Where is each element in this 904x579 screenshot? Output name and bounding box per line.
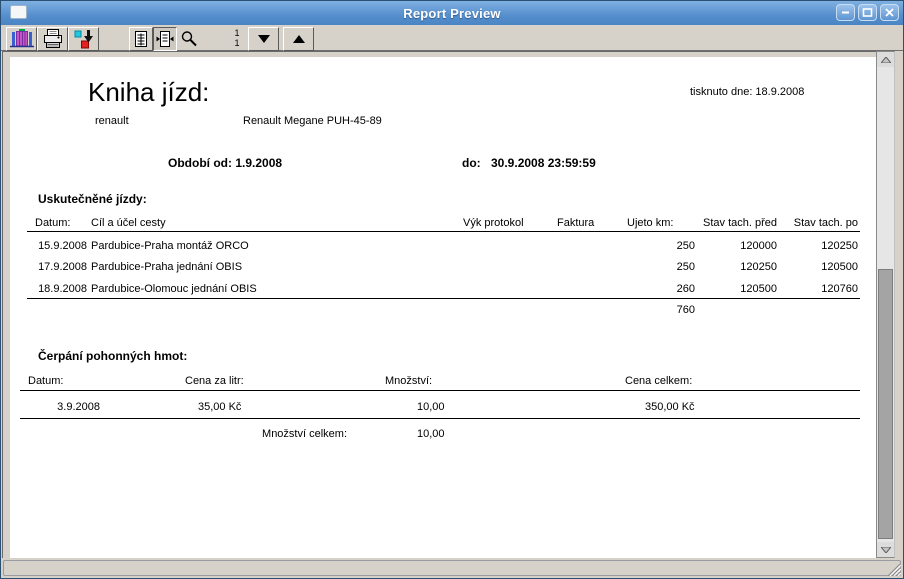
scroll-up-icon <box>881 57 891 63</box>
title-bar: Report Preview <box>1 1 903 25</box>
toolbar: 1 1 <box>1 25 903 51</box>
status-bar <box>1 558 903 578</box>
trip-date: 17.9.2008 <box>30 261 87 273</box>
col-mnozstvi: Množství: <box>385 375 432 387</box>
vehicle-code: renault <box>95 115 129 127</box>
exit-door-icon <box>10 29 34 49</box>
trip-destination: Pardubice-Olomouc jednání OBIS <box>91 283 257 295</box>
page-fit-width-icon <box>156 30 174 48</box>
fuel-date: 3.9.2008 <box>28 401 100 413</box>
fuel-total-label: Množství celkem: <box>190 428 347 440</box>
vehicle-name: Renault Megane PUH-45-89 <box>243 115 382 127</box>
printer-icon <box>41 29 65 49</box>
printed-date: tisknuto dne: 18.9.2008 <box>690 86 804 98</box>
col-tach-pred: Stav tach. před <box>689 217 777 229</box>
magnifier-icon <box>180 30 198 48</box>
scroll-down-icon <box>881 547 891 553</box>
trips-header-rule <box>27 231 860 232</box>
report-preview-window: Report Preview <box>0 0 904 579</box>
fuel-quantity: 10,00 <box>417 401 445 413</box>
next-page-button[interactable] <box>248 27 279 51</box>
arrow-down-icon <box>258 35 270 43</box>
fuel-total-row: Množství celkem: 10,00 <box>10 428 876 441</box>
export-icon <box>72 29 96 49</box>
trip-date: 18.9.2008 <box>30 283 87 295</box>
page-counter: 1 1 <box>229 28 245 48</box>
fuel-total-quantity: 10,00 <box>417 428 445 440</box>
trip-tach-after: 120500 <box>770 261 858 273</box>
trips-total-km: 760 <box>610 304 695 316</box>
trip-tach-after: 120250 <box>770 240 858 252</box>
trip-tach-before: 120500 <box>689 283 777 295</box>
close-button[interactable] <box>880 4 899 21</box>
trip-km: 250 <box>610 240 695 252</box>
page-icon <box>133 30 149 48</box>
col-ujeto-km: Ujeto km: <box>627 217 673 229</box>
resize-grip-icon <box>887 563 901 576</box>
period-from-value: 1.9.2008 <box>235 156 282 170</box>
scroll-up-button[interactable] <box>877 52 894 67</box>
col-datum: Datum: <box>35 217 70 229</box>
trip-tach-after: 120760 <box>770 283 858 295</box>
exit-button[interactable] <box>6 27 37 51</box>
table-row: 18.9.2008 Pardubice-Olomouc jednání OBIS… <box>10 283 876 296</box>
status-message-area <box>3 560 901 576</box>
col-cil: Cíl a účel cesty <box>91 217 166 229</box>
page-counter-total: 1 <box>229 38 245 48</box>
prev-page-button[interactable] <box>283 27 314 51</box>
trip-tach-before: 120250 <box>689 261 777 273</box>
trip-destination: Pardubice-Praha montáž ORCO <box>91 240 249 252</box>
trips-total-row: 760 <box>10 304 876 317</box>
fuel-row: 3.9.2008 35,00 Kč 10,00 350,00 Kč <box>10 401 876 414</box>
export-button[interactable] <box>68 27 99 51</box>
scroll-down-button[interactable] <box>877 542 894 557</box>
maximize-button[interactable] <box>858 4 877 21</box>
fuel-total-rule <box>20 418 860 419</box>
zoom-button[interactable] <box>177 27 201 51</box>
trip-destination: Pardubice-Praha jednání OBIS <box>91 261 242 273</box>
report-title: Kniha jízd: <box>88 77 209 108</box>
trip-km: 260 <box>610 283 695 295</box>
trips-section-title: Uskutečněné jízdy: <box>38 192 147 206</box>
trip-date: 15.9.2008 <box>30 240 87 252</box>
print-button[interactable] <box>37 27 68 51</box>
period-from-label: Období od: <box>168 156 232 170</box>
page-counter-current: 1 <box>229 28 245 38</box>
fuel-price-per-litre: 35,00 Kč <box>198 401 241 413</box>
period-from: Období od: 1.9.2008 <box>168 156 282 170</box>
trips-header-row: Datum: Cíl a účel cesty Výk protokol Fak… <box>10 217 876 230</box>
col-cena-celkem: Cena celkem: <box>625 375 692 387</box>
vertical-scrollbar[interactable] <box>876 51 895 558</box>
trip-tach-before: 120000 <box>689 240 777 252</box>
preview-viewport: Kniha jízd: tisknuto dne: 18.9.2008 rena… <box>2 51 876 558</box>
close-icon <box>884 8 895 17</box>
col-tach-po: Stav tach. po <box>770 217 858 229</box>
window-title: Report Preview <box>1 6 903 21</box>
col-fuel-datum: Datum: <box>28 375 63 387</box>
period-to-label: do: <box>462 156 481 170</box>
table-row: 15.9.2008 Pardubice-Praha montáž ORCO 25… <box>10 240 876 253</box>
period-to-value: 30.9.2008 23:59:59 <box>491 156 596 170</box>
col-cena-za-litr: Cena za litr: <box>185 375 244 387</box>
col-faktura: Faktura <box>557 217 594 229</box>
fit-width-button[interactable] <box>153 27 177 51</box>
trips-total-rule <box>27 298 860 299</box>
fuel-header-row: Datum: Cena za litr: Množství: Cena celk… <box>10 375 876 388</box>
report-page: Kniha jízd: tisknuto dne: 18.9.2008 rena… <box>10 57 876 558</box>
whole-page-button[interactable] <box>129 27 153 51</box>
col-vyk-protokol: Výk protokol <box>463 217 524 229</box>
scrollbar-thumb[interactable] <box>878 269 893 539</box>
maximize-icon <box>862 8 873 17</box>
trip-km: 250 <box>610 261 695 273</box>
arrow-up-icon <box>293 35 305 43</box>
minimize-button[interactable] <box>836 4 855 21</box>
table-row: 17.9.2008 Pardubice-Praha jednání OBIS 2… <box>10 261 876 274</box>
window-controls <box>836 4 899 21</box>
fuel-header-rule <box>20 390 860 391</box>
fuel-total-price: 350,00 Kč <box>645 401 695 413</box>
fuel-section-title: Čerpání pohonných hmot: <box>38 349 187 363</box>
resize-grip[interactable] <box>887 563 901 576</box>
minimize-icon <box>840 8 851 17</box>
